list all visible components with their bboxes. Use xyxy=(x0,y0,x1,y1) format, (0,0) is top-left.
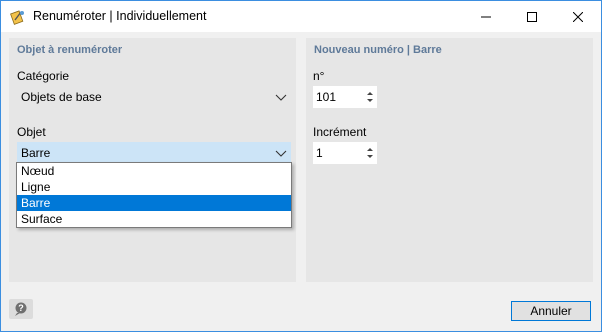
object-value: Barre xyxy=(21,146,51,160)
spin-down-icon xyxy=(367,155,373,158)
dropdown-item-member[interactable]: Barre xyxy=(17,195,291,211)
title-bar: Renuméroter | Individuellement xyxy=(1,1,601,32)
object-select[interactable]: Barre xyxy=(17,142,291,164)
dropdown-item-line[interactable]: Ligne xyxy=(17,179,291,195)
panel-title-object: Objet à renuméroter xyxy=(17,44,123,56)
minimize-button[interactable] xyxy=(463,1,509,32)
maximize-button[interactable] xyxy=(509,1,555,32)
spin-buttons[interactable] xyxy=(363,86,377,108)
spin-up-icon xyxy=(367,148,373,151)
close-icon xyxy=(573,11,583,22)
spin-down-icon xyxy=(367,99,373,102)
chevron-down-icon xyxy=(275,150,287,157)
dropdown-item-node[interactable]: Nœud xyxy=(17,163,291,179)
new-number-panel: Nouveau numéro | Barre n° 101 Incrément … xyxy=(306,38,593,282)
chevron-down-icon xyxy=(275,94,287,101)
increment-spinbox[interactable]: 1 xyxy=(313,142,377,164)
maximize-icon xyxy=(527,11,537,22)
dropdown-item-surface[interactable]: Surface xyxy=(17,211,291,227)
cancel-button[interactable]: Annuler xyxy=(511,301,591,321)
object-label: Objet xyxy=(17,125,46,139)
help-button[interactable]: ? xyxy=(9,299,33,319)
category-value: Objets de base xyxy=(21,90,102,104)
increment-label: Incrément xyxy=(313,125,367,139)
category-label: Catégorie xyxy=(17,69,70,83)
close-button[interactable] xyxy=(555,1,601,32)
app-renumber-icon xyxy=(10,9,26,25)
window-title: Renuméroter | Individuellement xyxy=(33,9,207,23)
increment-value: 1 xyxy=(316,146,323,160)
number-value: 101 xyxy=(316,90,337,104)
object-dropdown-list: Nœud Ligne Barre Surface xyxy=(16,162,292,228)
spin-buttons[interactable] xyxy=(363,142,377,164)
object-to-renumber-panel: Objet à renuméroter Catégorie Objets de … xyxy=(9,38,296,282)
panel-title-new-number: Nouveau numéro | Barre xyxy=(314,44,442,56)
svg-text:?: ? xyxy=(18,303,24,313)
spin-up-icon xyxy=(367,92,373,95)
help-icon: ? xyxy=(15,302,27,316)
dialog-window: Renuméroter | Individuellement Objet à r… xyxy=(0,0,602,332)
number-spinbox[interactable]: 101 xyxy=(313,86,377,108)
category-select[interactable]: Objets de base xyxy=(17,86,291,108)
number-label: n° xyxy=(313,69,325,83)
minimize-icon xyxy=(481,16,491,17)
